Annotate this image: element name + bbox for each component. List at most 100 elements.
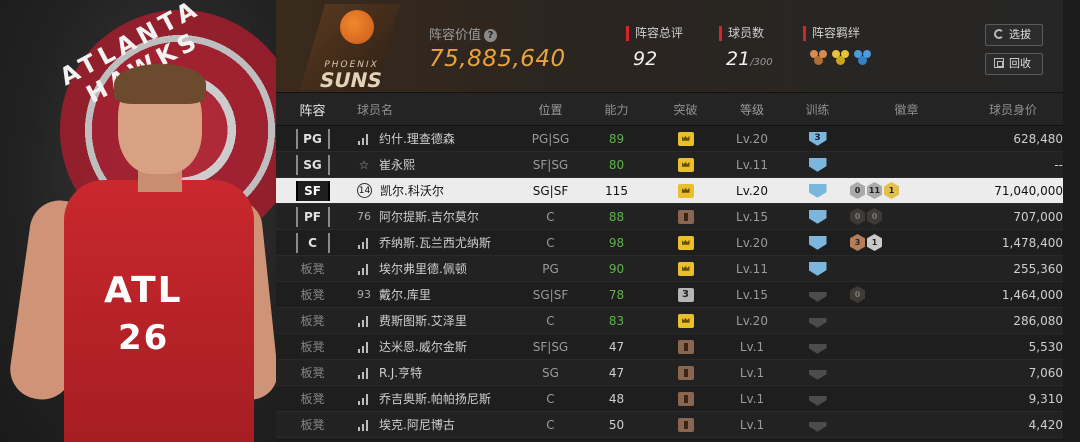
table-row[interactable]: 板凳 达米恩.威尔金斯 SF|SG 47 Lv.1 5,530	[276, 334, 1063, 360]
chemistry-blue-icon[interactable]	[854, 50, 871, 66]
lineup-slot[interactable]: 板凳	[276, 260, 349, 277]
table-row[interactable]: 板凳 93 戴尔.库里 SG|SF 78 3 Lv.15 0 1,464,000	[276, 282, 1063, 308]
chemistry-icons[interactable]	[803, 50, 871, 66]
player-name-cell[interactable]: R.J.亨特	[349, 364, 524, 381]
training-cell[interactable]	[789, 209, 846, 224]
bench-label: 板凳	[300, 340, 325, 354]
players-max: /300	[750, 57, 773, 68]
table-row[interactable]: 板凳 乔吉奥斯.帕帕扬尼斯 C 48 Lv.1 9,310	[276, 386, 1063, 412]
player-name-cell[interactable]: 埃尔弗里德.佩顿	[349, 260, 524, 277]
lineup-slot[interactable]: 板凳	[276, 416, 349, 433]
badge-icon: 1	[884, 182, 899, 199]
breakthrough-cell[interactable]	[656, 313, 715, 328]
lineup-slot[interactable]: 板凳	[276, 338, 349, 355]
player-position: SG|SF	[532, 183, 569, 198]
lineup-slot[interactable]: 板凳	[276, 390, 349, 407]
training-cell[interactable]	[789, 157, 846, 172]
player-position: C	[546, 235, 555, 250]
lineup-value: 阵容价值? 75,885,640	[429, 24, 566, 72]
table-row[interactable]: PG 约什.理查德森 PG|SG 89 Lv.20 3 628,480	[276, 126, 1063, 152]
table-row[interactable]: 板凳 埃尔弗里德.佩顿 PG 90 Lv.11 255,360	[276, 256, 1063, 282]
player-name-cell[interactable]: 93 戴尔.库里	[349, 286, 524, 303]
signal-icon	[357, 341, 371, 353]
breakthrough-cell[interactable]	[656, 417, 715, 432]
table-row[interactable]: SG ☆ 崔永熙 SF|SG 80 Lv.11 --	[276, 152, 1063, 178]
badge-icon: 0	[850, 182, 865, 199]
player-name-cell[interactable]: 76 阿尔提斯.吉尔莫尔	[349, 208, 524, 225]
breakthrough-cell[interactable]	[656, 157, 715, 172]
breakthrough-cell[interactable]	[656, 261, 715, 276]
breakthrough-cell[interactable]	[656, 183, 715, 198]
breakthrough-cell[interactable]	[656, 235, 715, 250]
table-row[interactable]: 板凳 费斯图斯.艾泽里 C 83 Lv.20 286,080	[276, 308, 1063, 334]
table-row[interactable]: C 乔纳斯.瓦兰西尤纳斯 C 98 Lv.20 3 1 1,478,400	[276, 230, 1063, 256]
header-training[interactable]: 训练	[789, 101, 846, 118]
breakthrough-cell[interactable]	[656, 391, 715, 406]
table-row[interactable]: 板凳 R.J.亨特 SG 47 Lv.1 7,060	[276, 360, 1063, 386]
player-name-cell[interactable]: 14 凯尔.科沃尔	[349, 182, 524, 199]
player-name-cell[interactable]: 费斯图斯.艾泽里	[349, 312, 524, 329]
players-count: 21/300	[719, 48, 773, 70]
training-cell[interactable]	[789, 391, 846, 406]
player-position: C	[546, 209, 555, 224]
breakthrough-cell[interactable]: 3	[656, 287, 715, 302]
bench-label: 板凳	[300, 392, 325, 406]
recycle-button[interactable]: 回收	[985, 53, 1043, 75]
training-cell[interactable]	[789, 287, 846, 302]
training-cell[interactable]	[789, 313, 846, 328]
training-cell[interactable]	[789, 417, 846, 432]
breakthrough-cell[interactable]	[656, 209, 715, 224]
training-cell[interactable]	[789, 365, 846, 380]
player-value: 4,420	[1028, 417, 1063, 432]
lineup-slot[interactable]: PF	[276, 206, 349, 227]
player-value: 255,360	[1013, 261, 1063, 276]
lineup-slot[interactable]: 板凳	[276, 312, 349, 329]
chemistry-bronze-icon[interactable]	[810, 50, 827, 66]
header-lineup[interactable]: 阵容	[276, 100, 349, 119]
lineup-slot[interactable]: SG	[276, 154, 349, 175]
player-level: Lv.1	[739, 339, 765, 354]
badges-cell[interactable]: 00	[846, 208, 963, 225]
training-cell[interactable]	[789, 261, 846, 276]
breakthrough-cell[interactable]	[656, 339, 715, 354]
player-name-cell[interactable]: 埃克.阿尼博古	[349, 416, 524, 433]
table-row[interactable]: PF 76 阿尔提斯.吉尔莫尔 C 88 Lv.15 0 0 707,000	[276, 204, 1063, 230]
header-badges[interactable]: 徽章	[846, 101, 963, 118]
lineup-slot[interactable]: C	[276, 232, 349, 253]
badges-cell[interactable]: 0 11 1	[846, 182, 963, 199]
breakthrough-cell[interactable]	[656, 131, 715, 146]
lineup-slot[interactable]: 板凳	[276, 364, 349, 381]
player-ability: 90	[608, 261, 625, 276]
table-row[interactable]: 板凳 埃克.阿尼博古 C 50 Lv.1 4,420	[276, 412, 1063, 438]
training-blue-icon	[808, 209, 827, 224]
header-level[interactable]: 等级	[715, 101, 789, 118]
player-name-cell[interactable]: 达米恩.威尔金斯	[349, 338, 524, 355]
training-cell[interactable]	[789, 339, 846, 354]
badges-cell[interactable]: 31	[846, 234, 963, 251]
player-name-cell[interactable]: ☆ 崔永熙	[349, 156, 524, 173]
help-icon[interactable]: ?	[484, 29, 498, 42]
chemistry-gold-icon[interactable]	[832, 50, 849, 66]
badges-cell[interactable]: 0	[846, 286, 963, 303]
header-ability[interactable]: 能力	[577, 101, 656, 118]
lineup-slot[interactable]: 板凳	[276, 286, 349, 303]
select-button[interactable]: 选拔	[985, 24, 1043, 46]
player-name: 埃尔弗里德.佩顿	[379, 262, 467, 276]
lineup-slot[interactable]: PG	[276, 128, 349, 149]
header-breakthrough[interactable]: 突破	[656, 101, 715, 118]
header-name[interactable]: 球员名	[349, 101, 524, 118]
lineup-slot[interactable]: SF	[276, 180, 349, 201]
overall-label: 阵容总评	[626, 26, 683, 41]
header-value[interactable]: 球员身价	[963, 101, 1063, 118]
table-row[interactable]: SF 14 凯尔.科沃尔 SG|SF 115 Lv.20 0 11 1 71,040,000	[276, 178, 1063, 204]
player-name-cell[interactable]: 乔纳斯.瓦兰西尤纳斯	[349, 234, 524, 251]
lineup-header: PHOENIX SUNS 阵容价值? 75,885,640 阵容总评 92 球员…	[276, 0, 1063, 93]
player-name: 约什.理查德森	[379, 132, 455, 146]
header-position[interactable]: 位置	[524, 101, 577, 118]
player-name-cell[interactable]: 约什.理查德森	[349, 130, 524, 147]
breakthrough-cell[interactable]	[656, 365, 715, 380]
training-cell[interactable]	[789, 183, 846, 198]
training-cell[interactable]	[789, 235, 846, 250]
training-cell[interactable]: 3	[789, 131, 846, 146]
player-name-cell[interactable]: 乔吉奥斯.帕帕扬尼斯	[349, 390, 524, 407]
